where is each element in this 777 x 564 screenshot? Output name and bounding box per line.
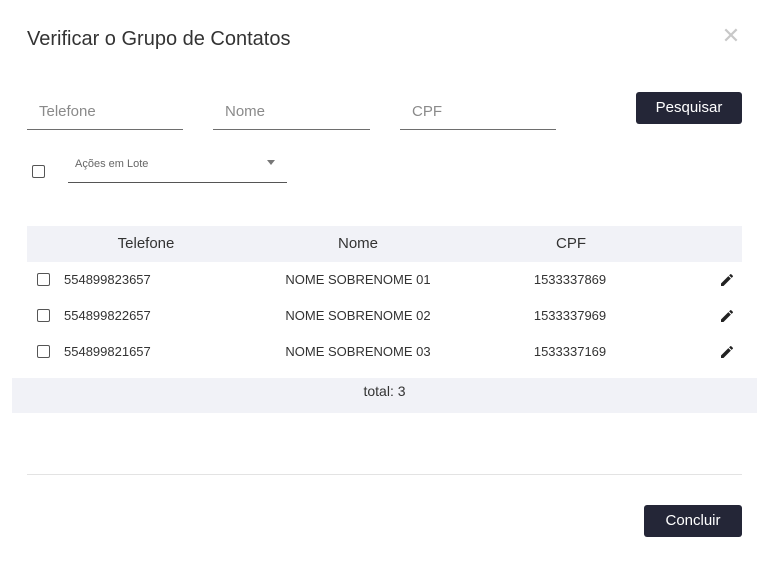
batch-actions-select[interactable]: Ações em Lote bbox=[68, 150, 287, 183]
telefone-filter-field bbox=[27, 94, 183, 130]
cpf-filter-field bbox=[400, 94, 556, 130]
table-row: 554899822657 NOME SOBRENOME 02 153333796… bbox=[27, 298, 742, 334]
row-telefone: 554899822657 bbox=[64, 308, 151, 323]
row-cpf: 1533337169 bbox=[533, 344, 607, 359]
row-cpf: 1533337869 bbox=[533, 272, 607, 287]
select-all-checkbox[interactable] bbox=[32, 165, 45, 178]
close-icon[interactable]: ✕ bbox=[720, 24, 742, 48]
row-nome: NOME SOBRENOME 03 bbox=[285, 344, 431, 359]
done-button[interactable]: Concluir bbox=[644, 505, 742, 537]
table-row: 554899823657 NOME SOBRENOME 01 153333786… bbox=[27, 262, 742, 298]
row-nome: NOME SOBRENOME 02 bbox=[285, 308, 431, 323]
row-nome: NOME SOBRENOME 01 bbox=[285, 272, 431, 287]
telefone-input[interactable] bbox=[27, 94, 183, 129]
search-button[interactable]: Pesquisar bbox=[636, 92, 742, 124]
nome-filter-field bbox=[213, 94, 370, 130]
pencil-icon[interactable] bbox=[719, 344, 735, 360]
pencil-icon[interactable] bbox=[719, 272, 735, 288]
table-header: Telefone Nome CPF bbox=[27, 226, 742, 262]
batch-actions-label: Ações em Lote bbox=[75, 158, 149, 170]
table-total: total: 3 bbox=[12, 378, 757, 413]
footer-divider bbox=[27, 474, 742, 475]
modal-title: Verificar o Grupo de Contatos bbox=[27, 28, 291, 50]
row-checkbox[interactable] bbox=[37, 345, 50, 358]
table-row: 554899821657 NOME SOBRENOME 03 153333716… bbox=[27, 334, 742, 370]
column-header-telefone: Telefone bbox=[117, 235, 175, 252]
column-header-nome: Nome bbox=[337, 235, 378, 252]
pencil-icon[interactable] bbox=[719, 308, 735, 324]
row-cpf: 1533337969 bbox=[533, 308, 607, 323]
contact-group-modal: Verificar o Grupo de Contatos ✕ Pesquisa… bbox=[0, 0, 777, 564]
nome-input[interactable] bbox=[213, 94, 370, 129]
row-telefone: 554899823657 bbox=[64, 272, 151, 287]
column-header-cpf: CPF bbox=[556, 235, 586, 252]
cpf-input[interactable] bbox=[400, 94, 556, 129]
row-telefone: 554899821657 bbox=[64, 344, 151, 359]
caret-down-icon bbox=[267, 160, 275, 165]
row-checkbox[interactable] bbox=[37, 309, 50, 322]
row-checkbox[interactable] bbox=[37, 273, 50, 286]
